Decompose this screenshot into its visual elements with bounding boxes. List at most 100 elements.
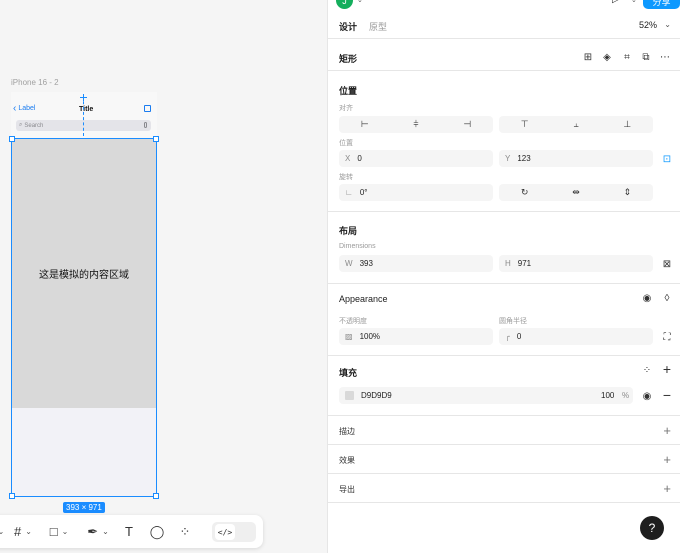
eye-icon[interactable]: ◉ — [640, 291, 654, 305]
resize-to-fit-icon[interactable]: ⊠ — [660, 257, 674, 271]
opacity-label: 不透明度 — [339, 318, 367, 325]
resize-handle-bottom-right[interactable] — [153, 493, 159, 499]
width-field[interactable]: W 393 — [339, 255, 493, 272]
text-tool[interactable]: T — [116, 515, 142, 548]
dimensions-label: Dimensions — [339, 243, 376, 250]
opacity-field[interactable]: ▨ 100% — [339, 328, 493, 345]
appearance-title: Appearance — [339, 294, 388, 304]
selection-type-title: 矩形 — [339, 54, 358, 64]
measure-guide-line — [83, 96, 84, 136]
stroke-title: 描边 — [339, 427, 355, 436]
component-grid-icon[interactable]: ⊞ — [581, 50, 595, 64]
corner-radius-field[interactable]: ╭ 0 — [499, 328, 653, 345]
eye-icon[interactable]: ◉ — [640, 389, 654, 403]
align-left-icon[interactable]: ⊢ — [339, 116, 390, 133]
component-diamond-icon[interactable]: ◈ — [600, 50, 614, 64]
mock-square-icon — [144, 105, 151, 112]
rotation-label: 旋转 — [339, 174, 353, 181]
frame-tool-icon: # — [14, 524, 22, 539]
actions-tool[interactable]: ⁘ — [172, 515, 198, 548]
chevron-down-icon: ⌄ — [0, 527, 5, 536]
pen-tool[interactable]: ✒ ⌄ — [80, 515, 116, 548]
add-export-icon[interactable]: + — [663, 481, 671, 496]
code-icon: </> — [215, 524, 235, 540]
resize-handle-top-right[interactable] — [153, 136, 159, 142]
align-right-icon[interactable]: ⊣ — [442, 116, 493, 133]
tab-design[interactable]: 设计 — [339, 20, 357, 33]
stroke-section: 描边 + — [328, 416, 680, 445]
chevron-down-icon[interactable]: ⌄ — [357, 0, 363, 4]
flip-vertical-icon[interactable]: ⇕ — [602, 184, 653, 201]
remove-fill-icon[interactable]: − — [660, 387, 674, 403]
add-fill-icon[interactable]: + — [660, 361, 674, 377]
fill-section: 填充 ⁘ + D9D9D9 100 % ◉ − — [328, 356, 680, 416]
selection-box[interactable] — [9, 136, 159, 499]
resize-handle-bottom-left[interactable] — [9, 493, 15, 499]
avatar[interactable]: J — [336, 0, 353, 9]
zoom-level[interactable]: 52% — [639, 20, 657, 30]
search-icon: ⌕ — [19, 122, 23, 128]
rotate-90-icon[interactable]: ↻ — [499, 184, 550, 201]
add-stroke-icon[interactable]: + — [663, 423, 671, 438]
styles-grid-icon[interactable]: ⁘ — [640, 363, 654, 377]
add-effect-icon[interactable]: + — [663, 452, 671, 467]
frame-label[interactable]: iPhone 16 - 2 — [11, 78, 59, 87]
height-field[interactable]: H 971 — [499, 255, 653, 272]
panel-tabs: 设计 原型 52% ⌄ — [328, 13, 680, 39]
h-value: 971 — [517, 259, 532, 268]
export-title: 导出 — [339, 485, 355, 494]
w-prefix: W — [345, 259, 353, 268]
constraints-icon[interactable]: ⊡ — [660, 152, 674, 166]
appearance-section: Appearance ◉ ◊ 不透明度 圆角半径 ▨ 100% ╭ 0 ⛶ — [328, 284, 680, 356]
fill-color-field[interactable]: D9D9D9 100 % — [339, 387, 633, 404]
chevron-left-icon: ‹ — [13, 103, 17, 114]
align-top-icon[interactable]: ⊤ — [499, 116, 550, 133]
mock-nav-title: Title — [79, 106, 94, 113]
boolean-icon[interactable]: ⧉ — [639, 50, 653, 64]
selection-header: 矩形 ⊞ ◈ ⌗ ⧉ ⋯ — [328, 40, 680, 71]
tool-dropdown-chevron[interactable]: ⌄ — [0, 515, 8, 548]
comment-tool-icon: ◯ — [149, 523, 165, 539]
dev-mode-toggle[interactable]: </> — [212, 522, 256, 542]
mock-back-button[interactable]: ‹ Label — [13, 103, 35, 114]
y-field[interactable]: Y 123 — [499, 150, 653, 167]
position-label: 位置 — [339, 140, 353, 147]
corner-radius-icon: ╭ — [505, 332, 510, 341]
actions-tool-icon: ⁘ — [179, 523, 191, 539]
resize-handle-top-left[interactable] — [9, 136, 15, 142]
tab-prototype[interactable]: 原型 — [369, 20, 387, 33]
present-icon[interactable]: ▷ — [612, 0, 620, 5]
frame-tool[interactable]: # ⌄ — [8, 515, 38, 548]
fill-swatch[interactable] — [345, 391, 354, 400]
vertical-align-group: ⊤ ⫠ ⊥ — [499, 116, 653, 133]
chevron-down-icon[interactable]: ⌄ — [631, 0, 637, 4]
design-canvas[interactable]: iPhone 16 - 2 ‹ Label Title ⌕ Search 这是模… — [0, 0, 327, 553]
corner-radius-value: 0 — [516, 332, 522, 341]
top-bar: J ⌄ ▷ ⌄ 分享 — [328, 0, 680, 10]
shape-tool[interactable]: □ ⌄ — [38, 515, 80, 548]
properties-panel: J ⌄ ▷ ⌄ 分享 设计 原型 52% ⌄ 矩形 ⊞ ◈ ⌗ ⧉ ⋯ 位置 对… — [327, 0, 680, 553]
share-button[interactable]: 分享 — [643, 0, 680, 9]
fill-opacity[interactable]: 100 — [601, 391, 614, 400]
help-button[interactable]: ? — [640, 516, 664, 540]
rotation-field[interactable]: ∟ 0° — [339, 184, 493, 201]
comment-tool[interactable]: ◯ — [142, 515, 172, 548]
blend-mode-icon[interactable]: ◊ — [660, 291, 674, 305]
x-value: 0 — [357, 154, 362, 163]
size-badge: 393 × 971 — [63, 502, 105, 513]
independent-corners-icon[interactable]: ⛶ — [660, 330, 674, 344]
align-bottom-icon[interactable]: ⊥ — [602, 116, 653, 133]
chevron-down-icon: ⌄ — [102, 527, 109, 536]
x-field[interactable]: X 0 — [339, 150, 493, 167]
rectangle-tool-icon: □ — [49, 524, 58, 539]
chevron-down-icon[interactable]: ⌄ — [664, 20, 671, 29]
export-section: 导出 + — [328, 474, 680, 503]
align-center-v-icon[interactable]: ⫠ — [550, 116, 601, 133]
opacity-value: 100% — [359, 332, 381, 341]
mask-icon[interactable]: ⌗ — [620, 50, 634, 64]
align-center-h-icon[interactable]: ⫩ — [390, 116, 441, 133]
chevron-down-icon: ⌄ — [61, 527, 69, 536]
more-icon[interactable]: ⋯ — [658, 50, 672, 64]
layout-title: 布局 — [339, 226, 358, 236]
flip-horizontal-icon[interactable]: ⇹ — [550, 184, 601, 201]
